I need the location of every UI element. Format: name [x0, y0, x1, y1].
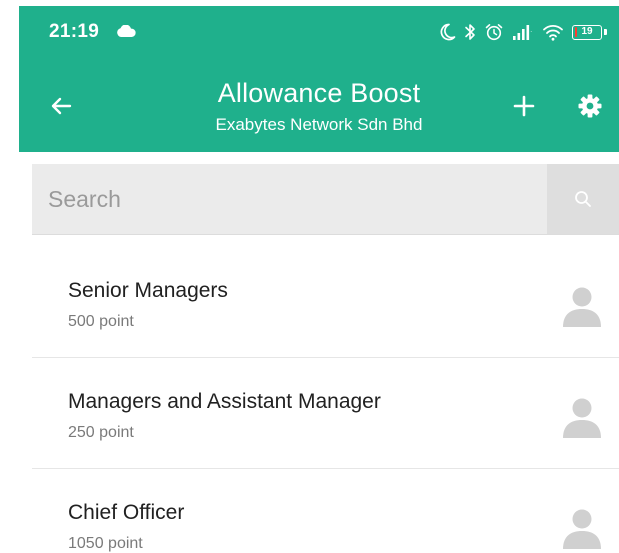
add-button[interactable] — [504, 86, 544, 126]
battery-nub — [604, 29, 607, 35]
back-arrow-icon — [51, 97, 72, 115]
item-points: 250 point — [68, 424, 134, 441]
status-icons: . 19 — [438, 20, 607, 44]
title-block: Allowance Boost Exabytes Network Sdn Bhd — [139, 76, 499, 137]
signal-icon: . — [513, 25, 532, 40]
list-item[interactable]: Chief Officer 1050 point — [32, 469, 619, 553]
item-title: Managers and Assistant Manager — [68, 390, 381, 413]
person-icon — [563, 509, 601, 549]
plus-icon — [513, 95, 535, 117]
page-title: Allowance Boost — [217, 78, 421, 108]
group-list: Senior Managers 500 point Managers and A… — [32, 247, 619, 553]
status-bar: 21:19 . 19 — [19, 6, 619, 58]
item-points: 1050 point — [68, 535, 143, 552]
item-title: Senior Managers — [68, 279, 228, 302]
back-button[interactable] — [41, 86, 81, 126]
cloud-icon — [117, 25, 136, 37]
wifi-icon — [543, 25, 563, 41]
svg-text:.: . — [530, 27, 532, 34]
app-bar: Allowance Boost Exabytes Network Sdn Bhd — [19, 58, 619, 152]
search-button[interactable] — [547, 164, 619, 234]
phone-screen: 21:19 . 19 Allowance Boost Exabytes Netw… — [19, 6, 619, 553]
moon-icon — [440, 23, 456, 41]
battery-fill — [574, 27, 577, 37]
item-title: Chief Officer — [68, 501, 185, 524]
list-item[interactable]: Senior Managers 500 point — [32, 247, 619, 358]
search-input[interactable] — [32, 164, 547, 234]
alarm-icon — [485, 24, 503, 41]
item-points: 500 point — [68, 313, 134, 330]
page-subtitle: Exabytes Network Sdn Bhd — [215, 115, 423, 134]
battery-icon: 19 — [572, 24, 602, 40]
status-time: 21:19 — [49, 21, 100, 42]
list-item[interactable]: Managers and Assistant Manager 250 point — [32, 358, 619, 469]
battery-level: 19 — [581, 26, 593, 37]
settings-button[interactable] — [570, 86, 610, 126]
search-bar — [32, 164, 619, 235]
gear-icon — [578, 94, 602, 118]
person-icon — [563, 287, 601, 327]
bluetooth-icon — [465, 24, 475, 40]
search-icon — [575, 191, 591, 207]
person-icon — [563, 398, 601, 438]
